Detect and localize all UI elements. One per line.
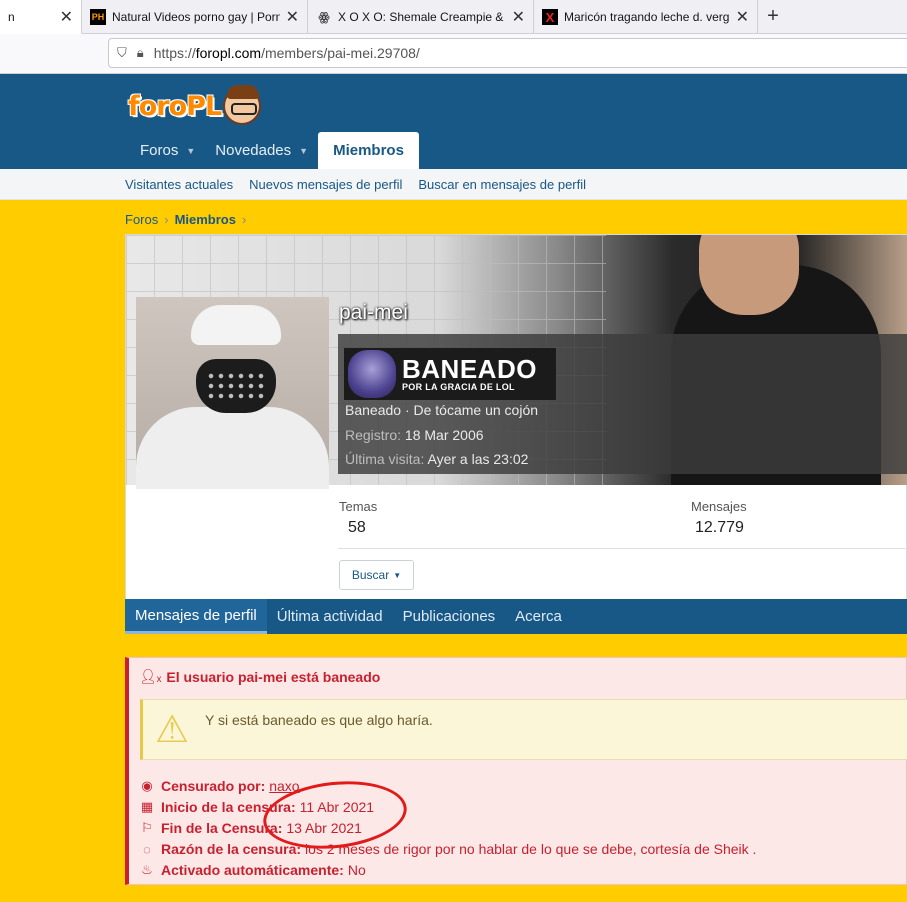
flag-icon: ⚐ bbox=[141, 820, 153, 835]
tab-ultima-actividad[interactable]: Última actividad bbox=[267, 599, 393, 634]
nav-tab-label: Foros bbox=[140, 142, 179, 159]
user-circle-icon: ◉ bbox=[141, 778, 153, 793]
user-title: Baneado · De tócame un cojón bbox=[345, 402, 539, 418]
caret-down-icon[interactable]: ▼ bbox=[299, 146, 308, 156]
browser-tab-active[interactable]: n ✕ bbox=[0, 0, 82, 34]
caret-down-icon[interactable]: ▼ bbox=[186, 146, 195, 156]
auto-value: No bbox=[347, 862, 366, 878]
breadcrumb-foros[interactable]: Foros bbox=[125, 212, 158, 227]
nav-tab-label: Miembros bbox=[333, 142, 404, 159]
ultima-visita-label: Última visita: bbox=[345, 451, 425, 467]
alien-face-icon bbox=[348, 350, 396, 398]
x-favicon-icon: X bbox=[542, 9, 558, 25]
ultima-visita-value: Ayer a las 23:02 bbox=[427, 451, 529, 467]
browser-tab[interactable]: ꙮ X O X O: Shemale Creampie & ... ✕ bbox=[308, 0, 534, 34]
subnav-link-nuevos-mensajes[interactable]: Nuevos mensajes de perfil bbox=[249, 177, 402, 192]
nav-tab-miembros[interactable]: Miembros bbox=[318, 132, 419, 169]
main-nav: Foros ▼ Novedades ▼ Miembros bbox=[130, 132, 419, 169]
browser-tab[interactable]: PH Natural Videos porno gay | Porn ✕ bbox=[82, 0, 308, 34]
logo-text: foroPL bbox=[128, 90, 222, 122]
tab-title: X O X O: Shemale Creampie & ... bbox=[338, 10, 506, 24]
divider bbox=[338, 548, 907, 549]
url-path: /members/pai-mei.29708/ bbox=[261, 45, 420, 61]
profile-username: pai-mei bbox=[339, 301, 408, 324]
ban-quote-text: Y si está baneado es que algo haría. bbox=[205, 712, 433, 728]
chevron-right-icon: › bbox=[164, 212, 169, 227]
profile-card: pai-mei BANEADO POR LA GRACIA DE LOL Ban… bbox=[125, 234, 907, 600]
lock-icon[interactable]: 🔒︎ bbox=[137, 45, 144, 61]
breadcrumb-miembros[interactable]: Miembros bbox=[175, 212, 236, 227]
comment-icon: ◌ bbox=[143, 841, 151, 857]
badge-big-text: BANEADO bbox=[402, 354, 537, 384]
razon-value: los 2 meses de rigor por no hablar de lo… bbox=[305, 841, 757, 857]
buscar-button[interactable]: Buscar ▼ bbox=[339, 560, 414, 590]
url-host: foropl.com bbox=[195, 45, 262, 61]
user-ban-icon: 👤︎ₓ bbox=[139, 668, 162, 684]
site-logo[interactable]: foroPL bbox=[128, 85, 262, 125]
ban-notice: 👤︎ₓ El usuario pai-mei está baneado ⚠ Y … bbox=[125, 657, 907, 885]
close-icon[interactable]: ✕ bbox=[286, 7, 299, 27]
sub-nav: Visitantes actuales Nuevos mensajes de p… bbox=[0, 169, 907, 200]
url-bar[interactable]: ⛉ 🔒︎ https://foropl.com/members/pai-mei.… bbox=[108, 38, 907, 68]
breadcrumb: Foros › Miembros › bbox=[125, 212, 252, 227]
nav-tab-foros[interactable]: Foros ▼ bbox=[130, 132, 205, 169]
fire-icon: ♨ bbox=[141, 862, 153, 877]
censurado-row: ◉ Censurado por: naxo bbox=[139, 778, 299, 794]
warning-icon: ⚠ bbox=[155, 709, 190, 751]
temas-value[interactable]: 58 bbox=[348, 519, 366, 537]
profile-avatar[interactable] bbox=[136, 297, 329, 489]
owl-icon: ꙮ bbox=[318, 10, 330, 24]
temas-label: Temas bbox=[339, 499, 378, 514]
razon-label: Razón de la censura: bbox=[161, 841, 302, 857]
banned-badge-image: BANEADO POR LA GRACIA DE LOL bbox=[344, 348, 556, 400]
chevron-right-icon: › bbox=[241, 212, 247, 227]
buscar-label: Buscar bbox=[351, 568, 390, 582]
logo-mascot-icon bbox=[223, 85, 262, 125]
subnav-link-visitantes[interactable]: Visitantes actuales bbox=[125, 177, 233, 192]
tab-title: Maricón tragando leche d. verg bbox=[564, 10, 730, 24]
profile-tabs: Mensajes de perfil Última actividad Publ… bbox=[125, 599, 907, 634]
auto-row: ♨ Activado automáticamente: No bbox=[139, 862, 366, 878]
new-tab-plus-icon[interactable]: + bbox=[758, 0, 788, 33]
close-icon[interactable]: ✕ bbox=[512, 7, 525, 27]
tab-publicaciones[interactable]: Publicaciones bbox=[393, 599, 506, 634]
browser-tab-strip: n ✕ PH Natural Videos porno gay | Porn ✕… bbox=[0, 0, 907, 34]
nav-tab-label: Novedades bbox=[215, 142, 292, 159]
shield-icon[interactable]: ⛉ bbox=[117, 45, 127, 61]
ban-title-text: El usuario pai-mei está baneado bbox=[166, 668, 381, 685]
mensajes-label: Mensajes bbox=[691, 499, 747, 514]
tab-acerca[interactable]: Acerca bbox=[505, 599, 572, 634]
url-prefix: https:// bbox=[153, 45, 196, 61]
tab-title: Natural Videos porno gay | Porn bbox=[112, 10, 280, 24]
razon-row: ◌ Razón de la censura: los 2 meses de ri… bbox=[139, 841, 756, 857]
close-icon[interactable]: ✕ bbox=[60, 7, 73, 27]
ultima-visita-line: Última visita: Ayer a las 23:02 bbox=[345, 451, 528, 467]
registro-value: 18 Mar 2006 bbox=[404, 427, 484, 443]
tab-mensajes-de-perfil[interactable]: Mensajes de perfil bbox=[125, 599, 267, 634]
censurado-label: Censurado por: bbox=[161, 778, 266, 794]
browser-tab[interactable]: X Maricón tragando leche d. verg ✕ bbox=[534, 0, 758, 34]
pornhub-favicon-icon: PH bbox=[90, 9, 106, 25]
close-icon[interactable]: ✕ bbox=[736, 7, 749, 27]
subnav-link-buscar-mensajes[interactable]: Buscar en mensajes de perfil bbox=[418, 177, 586, 192]
browser-toolbar: ⛉ 🔒︎ https://foropl.com/members/pai-mei.… bbox=[0, 34, 907, 74]
registro-line: Registro: 18 Mar 2006 bbox=[345, 427, 484, 443]
tab-title: n bbox=[8, 9, 15, 24]
calendar-icon: ▦ bbox=[140, 799, 154, 814]
ban-quote: ⚠ Y si está baneado es que algo haría. bbox=[140, 699, 907, 760]
registro-label: Registro: bbox=[345, 427, 402, 443]
nav-tab-novedades[interactable]: Novedades ▼ bbox=[205, 132, 318, 169]
caret-down-icon: ▼ bbox=[393, 570, 402, 580]
mensajes-value[interactable]: 12.779 bbox=[695, 519, 744, 537]
auto-label: Activado automáticamente: bbox=[161, 862, 344, 878]
ban-notice-title: 👤︎ₓ El usuario pai-mei está baneado bbox=[139, 668, 380, 685]
